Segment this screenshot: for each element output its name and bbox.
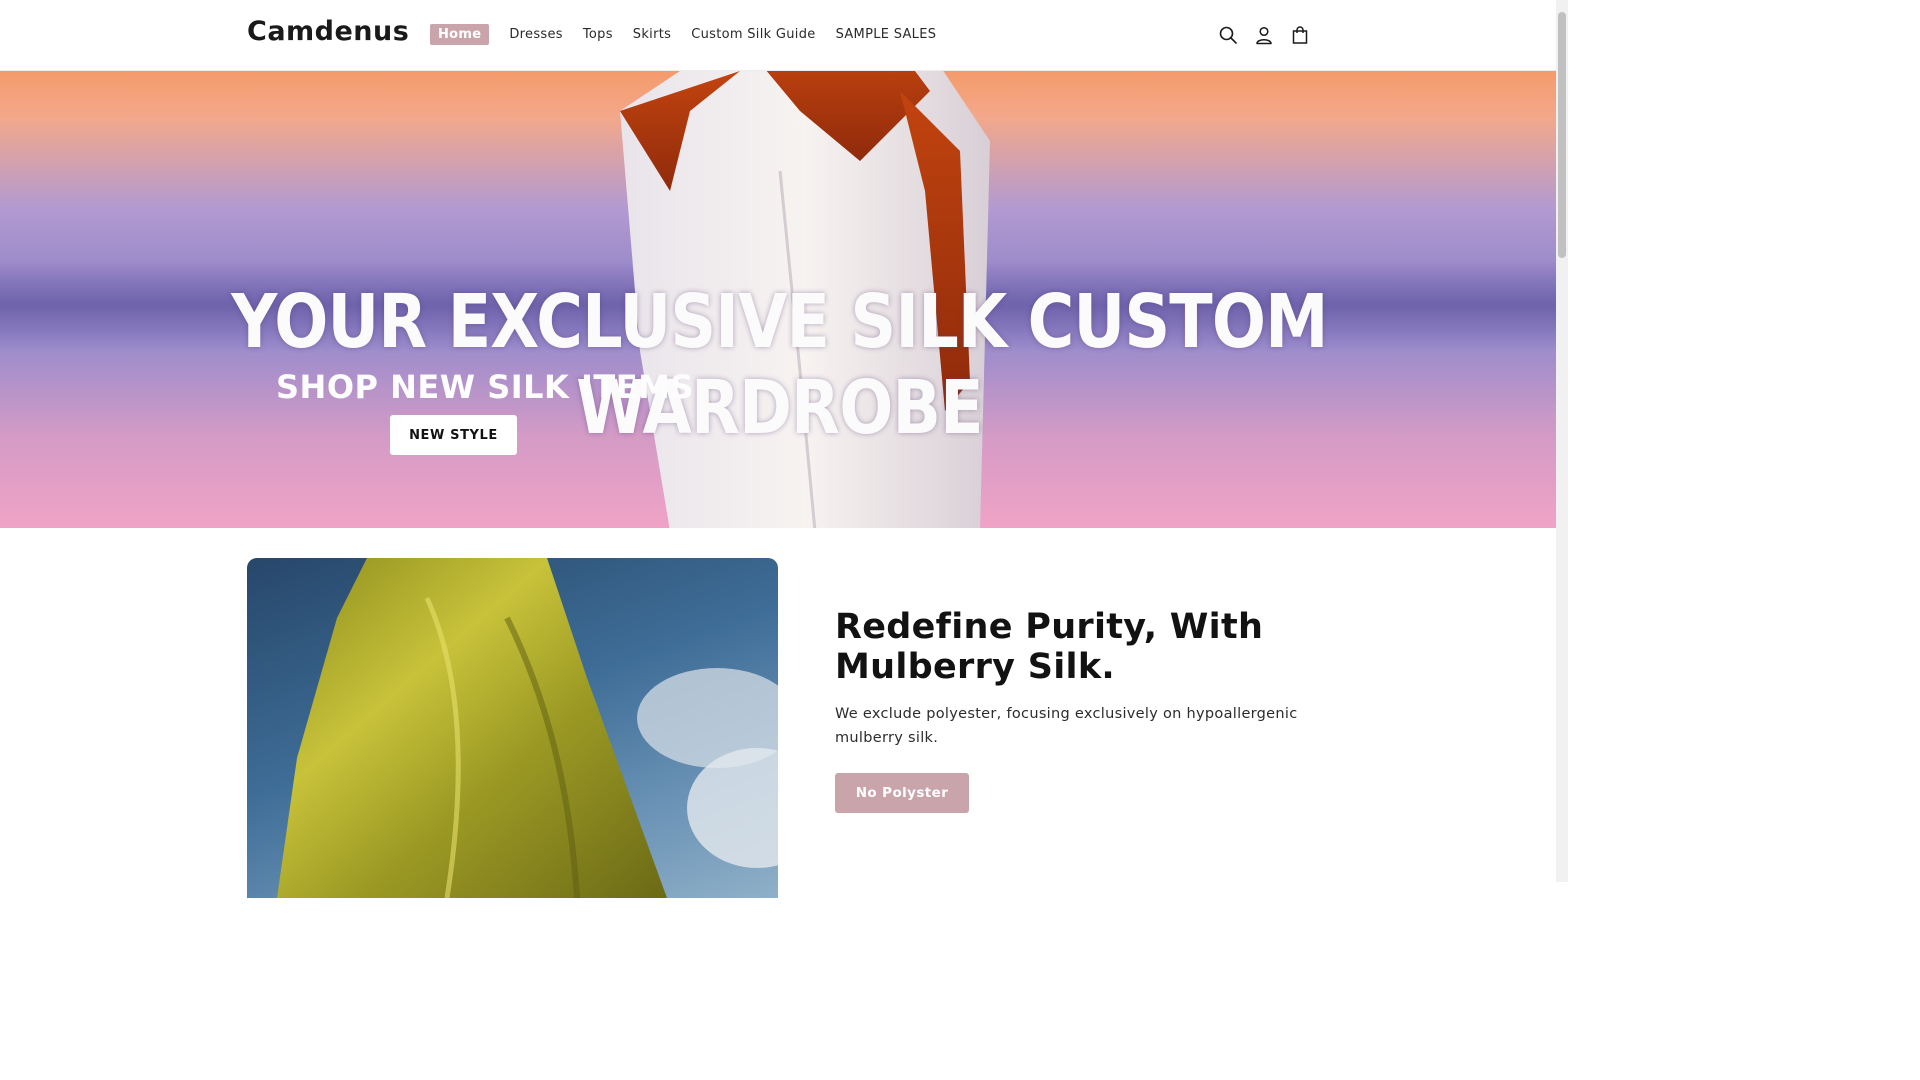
nav-item-tops[interactable]: Tops (583, 24, 613, 45)
silk-dress-image (277, 558, 778, 898)
nav-item-skirts[interactable]: Skirts (633, 24, 671, 45)
search-icon[interactable] (1215, 22, 1241, 48)
feature-description: We exclude polyester, focusing exclusive… (835, 706, 1298, 746)
nav-item-dresses[interactable]: Dresses (509, 24, 562, 45)
main-nav: Home Dresses Tops Skirts Custom Silk Gui… (430, 24, 956, 45)
hero-banner: YOUR EXCLUSIVE SILK CUSTOM WARDROBE SHOP… (0, 71, 1556, 528)
hero-subheading: SHOP NEW SILK ITEMS (276, 368, 694, 406)
scrollbar-thumb[interactable] (1558, 12, 1566, 258)
hero-headline: YOUR EXCLUSIVE SILK CUSTOM WARDROBE (231, 279, 1328, 451)
nav-item-home[interactable]: Home (430, 24, 490, 45)
account-icon[interactable] (1251, 22, 1277, 48)
site-header: Camdenus Home Dresses Tops Skirts Custom… (0, 0, 1556, 71)
page-scrollbar[interactable] (1556, 0, 1568, 882)
nav-item-custom-silk-guide[interactable]: Custom Silk Guide (691, 24, 815, 45)
new-style-button[interactable]: NEW STYLE (390, 415, 517, 455)
feature-image (247, 558, 778, 898)
feature-title: Redefine Purity, With Mulberry Silk. (835, 607, 1264, 687)
header-icons (1215, 22, 1323, 48)
cart-icon[interactable] (1287, 22, 1313, 48)
nav-item-sample-sales[interactable]: SAMPLE SALES (836, 24, 937, 45)
site-logo[interactable]: Camdenus (247, 16, 409, 47)
no-polyester-button[interactable]: No Polyster (835, 773, 969, 813)
